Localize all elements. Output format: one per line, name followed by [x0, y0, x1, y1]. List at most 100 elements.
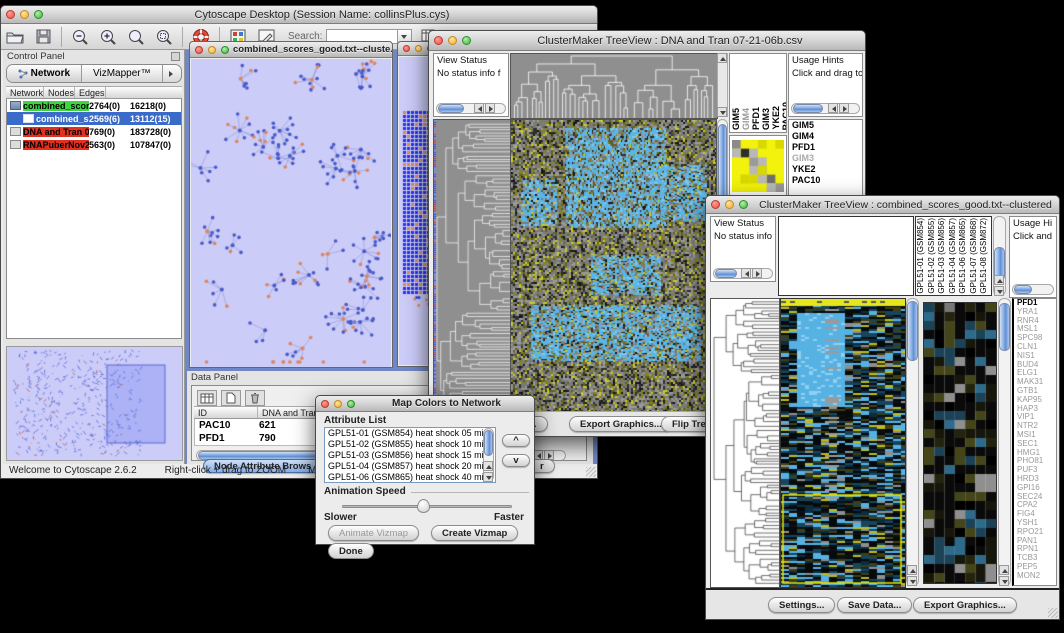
close-button[interactable]: [6, 10, 15, 19]
row-label[interactable]: GIM4: [789, 131, 862, 142]
open-folder-icon[interactable]: [4, 26, 26, 48]
column-label[interactable]: PFD1: [751, 107, 761, 130]
zoom-button[interactable]: [347, 400, 355, 408]
tv2-zoom-heatmap[interactable]: [923, 302, 997, 584]
network-row[interactable]: combined_scores 2764(0) 16218(0): [7, 99, 181, 112]
column-header[interactable]: Nodes: [44, 87, 75, 98]
minimize-button[interactable]: [334, 400, 342, 408]
network-frame-titlebar[interactable]: combined_scores_good.txt--cluste...: [190, 42, 392, 58]
column-label[interactable]: PAC10: [781, 102, 787, 130]
close-button[interactable]: [711, 200, 720, 209]
column-label[interactable]: GPL51-03 (GSM856): [937, 218, 948, 294]
window-resize-grip[interactable]: [1048, 608, 1058, 618]
zoom-button[interactable]: [739, 200, 748, 209]
tv2-row-dendrogram[interactable]: [710, 298, 780, 588]
column-label[interactable]: GPL51-08 (GSM872): [979, 218, 990, 294]
attribute-list-vscrollbar[interactable]: [483, 428, 494, 482]
scroll-left-button[interactable]: [474, 103, 484, 113]
column-label[interactable]: GIM4: [741, 108, 751, 130]
scroll-down-button[interactable]: [907, 576, 917, 586]
delete-attribute-icon[interactable]: [245, 390, 265, 406]
tv2-hints-hscrollbar[interactable]: [1012, 284, 1054, 295]
frame-zoom-button[interactable]: [221, 46, 229, 54]
network-row[interactable]: DNA and Tran 07 769(0) 183728(0): [7, 125, 181, 138]
scroll-thumb[interactable]: [438, 104, 464, 113]
network-view-canvas-1[interactable]: [191, 59, 391, 367]
minimize-button[interactable]: [448, 36, 457, 45]
column-header[interactable]: Network: [6, 87, 44, 98]
tv1-status-hscrollbar[interactable]: [436, 103, 506, 114]
attribute-list-item[interactable]: GPL51-06 (GSM865) heat shock 40 min: [325, 472, 495, 483]
tv2-settings-button[interactable]: Settings...: [768, 597, 835, 613]
scroll-thumb[interactable]: [999, 303, 1010, 351]
column-label[interactable]: GPL51-06 (GSM865): [958, 218, 969, 294]
row-label[interactable]: PAC10: [789, 175, 862, 186]
dialog-button[interactable]: Animate Vizmap: [328, 525, 419, 541]
scroll-thumb[interactable]: [793, 104, 823, 113]
minimize-button[interactable]: [725, 200, 734, 209]
zoom-button[interactable]: [34, 10, 43, 19]
column-header-id[interactable]: ID: [194, 407, 258, 418]
minimize-button[interactable]: [20, 10, 29, 19]
tv1-heatmap[interactable]: [510, 119, 717, 413]
attribute-list-item[interactable]: GPL51-03 (GSM856) heat shock 15 min: [325, 450, 495, 461]
tv2-heatmap[interactable]: [780, 298, 906, 588]
column-label[interactable]: GPL51-01 (GSM854): [916, 218, 927, 294]
zoom-out-icon[interactable]: [69, 26, 91, 48]
scroll-right-button[interactable]: [752, 268, 762, 278]
tv1-similarity-matrix[interactable]: [732, 140, 784, 192]
speed-slider-thumb[interactable]: [417, 499, 430, 513]
scroll-up-button[interactable]: [717, 53, 727, 63]
scroll-thumb[interactable]: [718, 124, 727, 204]
scroll-up-button[interactable]: [907, 565, 917, 575]
column-label[interactable]: YKE2: [771, 106, 781, 130]
scroll-thumb[interactable]: [484, 430, 493, 456]
column-header[interactable]: Edges: [75, 87, 106, 98]
frame-minimize-button[interactable]: [415, 45, 422, 52]
close-button[interactable]: [434, 36, 443, 45]
tv2-heatmap-vscrollbar[interactable]: [906, 298, 919, 586]
tv2-genelist-vscrollbar[interactable]: [998, 298, 1011, 586]
tv2-labels-vscrollbar[interactable]: [993, 216, 1006, 296]
dialog-button[interactable]: Create Vizmap: [431, 525, 518, 541]
window-resize-grip[interactable]: [586, 467, 596, 477]
tv1-export-graphics-button[interactable]: Export Graphics...: [569, 416, 673, 432]
zoom-in-icon[interactable]: [97, 26, 119, 48]
frame-minimize-button[interactable]: [208, 46, 216, 54]
column-label[interactable]: GPL51-04 (GSM857): [948, 218, 959, 294]
attribute-list-item[interactable]: GPL51-02 (GSM855) heat shock 10 min: [325, 439, 495, 450]
attribute-list-item[interactable]: GPL51-01 (GSM854) heat shock 05 min: [325, 428, 495, 439]
scroll-up-button[interactable]: [483, 461, 493, 471]
scroll-down-button[interactable]: [717, 107, 727, 117]
frame-close-button[interactable]: [403, 45, 410, 52]
save-icon[interactable]: [32, 26, 54, 48]
zoom-fit-icon[interactable]: [153, 26, 175, 48]
scroll-down-button[interactable]: [994, 286, 1004, 296]
float-panel-icon[interactable]: [171, 52, 180, 61]
row-label[interactable]: PFD1: [789, 142, 862, 153]
tab-network[interactable]: Network: [7, 65, 82, 82]
main-titlebar[interactable]: Cytoscape Desktop (Session Name: collins…: [1, 6, 597, 24]
zoom-selected-icon[interactable]: [125, 26, 147, 48]
gene-label[interactable]: MON2: [1014, 572, 1056, 581]
tv1-row-dendrogram[interactable]: [433, 119, 511, 413]
scroll-right-button[interactable]: [839, 103, 849, 113]
scroll-left-button[interactable]: [741, 268, 751, 278]
tv2-top-dendrogram-space[interactable]: [778, 216, 914, 296]
scroll-thumb[interactable]: [715, 269, 737, 278]
scroll-down-button[interactable]: [999, 576, 1009, 586]
tab-overflow-arrow[interactable]: [163, 65, 181, 82]
birdseye-view[interactable]: [6, 346, 183, 461]
attribute-select-icon[interactable]: [197, 390, 217, 406]
treeview1-titlebar[interactable]: ClusterMaker TreeView : DNA and Tran 07-…: [429, 31, 865, 51]
scroll-up-button[interactable]: [994, 275, 1004, 285]
tv2-export-graphics-button[interactable]: Export Graphics...: [913, 597, 1017, 613]
network-row[interactable]: combined_sco 2569(6) 13112(15): [7, 112, 181, 125]
scroll-right-button[interactable]: [485, 103, 495, 113]
column-label[interactable]: GIM5: [731, 108, 741, 130]
scroll-thumb[interactable]: [907, 301, 918, 361]
tv2-status-hscrollbar[interactable]: [713, 268, 773, 279]
zoom-button[interactable]: [462, 36, 471, 45]
scroll-thumb[interactable]: [1014, 285, 1032, 294]
treeview2-titlebar[interactable]: ClusterMaker TreeView : combined_scores_…: [706, 196, 1059, 214]
